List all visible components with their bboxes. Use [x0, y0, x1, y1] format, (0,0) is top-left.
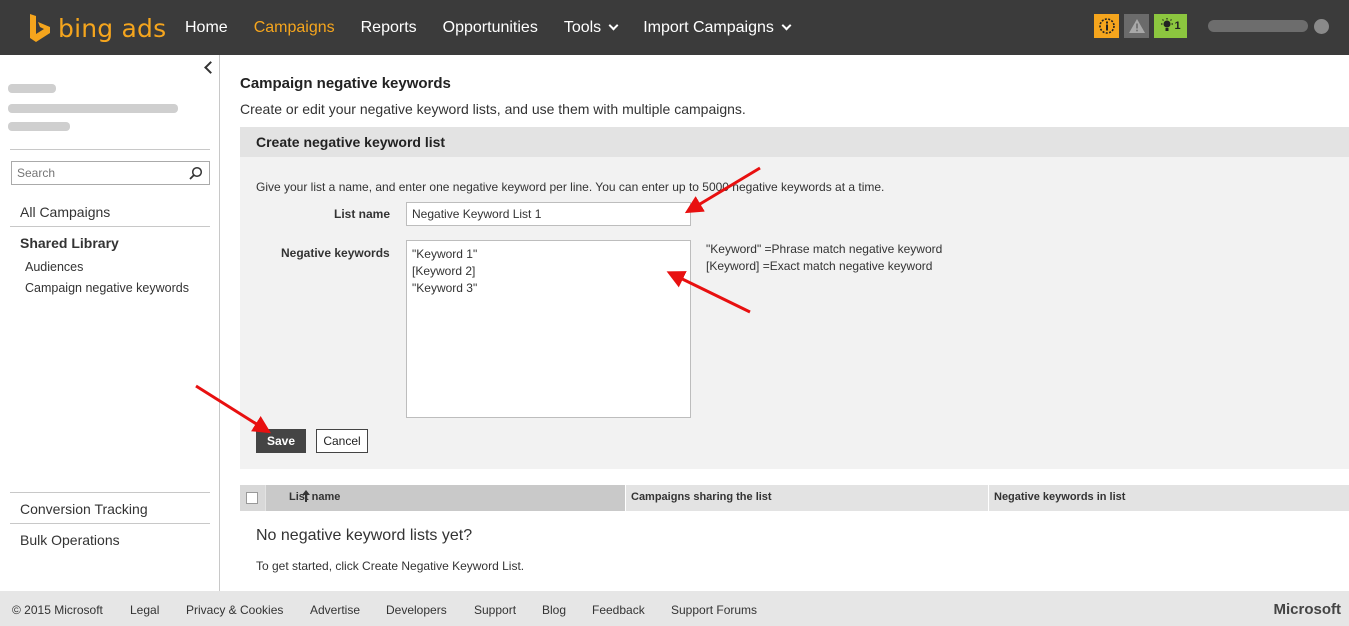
nav-tools-label: Tools: [563, 18, 602, 36]
bing-logo-icon: [30, 14, 50, 42]
column-divider: [625, 485, 626, 511]
search-icon[interactable]: [189, 166, 203, 180]
column-header-list-name: List name: [289, 491, 341, 503]
footer-link-support-forums[interactable]: Support Forums: [671, 603, 757, 617]
user-avatar[interactable]: [1314, 19, 1329, 34]
bing-ads-logo[interactable]: bing ads: [28, 12, 166, 44]
column-divider: [988, 485, 989, 511]
list-name-field[interactable]: [406, 202, 691, 226]
sidebar-item-conversion-tracking[interactable]: Conversion Tracking: [20, 501, 148, 517]
divider: [10, 226, 210, 227]
footer-copyright: © 2015 Microsoft: [12, 603, 103, 617]
footer-link-developers[interactable]: Developers: [386, 603, 447, 617]
create-list-panel: Create negative keyword list Give your l…: [240, 127, 1349, 469]
sidebar: All Campaigns Shared Library Audiences C…: [0, 55, 220, 591]
main-nav: Home Campaigns Reports Opportunities Too…: [185, 0, 816, 55]
table-header: List name Campaigns sharing the list Neg…: [240, 485, 1349, 511]
tip-count: 1: [1174, 20, 1181, 32]
phrase-match-hint: "Keyword" =Phrase match negative keyword: [706, 242, 943, 256]
sidebar-item-bulk-operations[interactable]: Bulk Operations: [20, 532, 120, 548]
panel-instructions: Give your list a name, and enter one neg…: [256, 180, 885, 194]
divider: [10, 149, 210, 150]
select-all-cell: [240, 485, 265, 511]
footer-link-advertise[interactable]: Advertise: [310, 603, 360, 617]
nav-home[interactable]: Home: [185, 19, 228, 37]
collapse-sidebar-icon[interactable]: [202, 61, 214, 73]
warning-icon[interactable]: [1124, 14, 1149, 38]
keyword-line: [Keyword 2]: [412, 264, 476, 278]
keyword-line: "Keyword 1": [412, 247, 478, 261]
footer-link-blog[interactable]: Blog: [542, 603, 566, 617]
column-header-keywords-in-list[interactable]: Negative keywords in list: [994, 491, 1125, 503]
select-all-checkbox[interactable]: [246, 492, 258, 504]
sidebar-item-shared-library[interactable]: Shared Library: [20, 235, 119, 251]
footer: © 2015 Microsoft Legal Privacy & Cookies…: [0, 591, 1349, 626]
search-input[interactable]: [12, 162, 177, 184]
account-name-redacted: [8, 104, 178, 113]
user-email-redacted[interactable]: [1208, 20, 1308, 32]
save-button[interactable]: Save: [256, 429, 306, 453]
nav-opportunities[interactable]: Opportunities: [443, 19, 538, 37]
page-description: Create or edit your negative keyword lis…: [240, 101, 746, 117]
chevron-down-icon: [608, 20, 619, 30]
notification-icons: 1: [1094, 14, 1192, 38]
nav-import-label: Import Campaigns: [643, 18, 774, 36]
footer-link-feedback[interactable]: Feedback: [592, 603, 645, 617]
sidebar-item-all-campaigns[interactable]: All Campaigns: [20, 204, 110, 220]
footer-link-legal[interactable]: Legal: [130, 603, 159, 617]
column-header-campaigns-sharing[interactable]: Campaigns sharing the list: [631, 491, 772, 503]
cancel-button[interactable]: Cancel: [316, 429, 368, 453]
footer-link-privacy[interactable]: Privacy & Cookies: [186, 603, 283, 617]
empty-state-description: To get started, click Create Negative Ke…: [256, 559, 525, 573]
nav-campaigns[interactable]: Campaigns: [254, 19, 335, 37]
page-title: Campaign negative keywords: [240, 75, 451, 92]
divider: [10, 523, 210, 524]
account-id-redacted: [8, 122, 70, 131]
microsoft-logo-text: Microsoft: [1273, 601, 1342, 618]
logo-text: bing ads: [58, 13, 167, 43]
panel-header: Create negative keyword list: [240, 127, 1349, 157]
list-name-label: List name: [334, 207, 391, 221]
footer-link-support[interactable]: Support: [474, 603, 516, 617]
nav-reports[interactable]: Reports: [361, 19, 417, 37]
panel-heading: Create negative keyword list: [256, 134, 446, 150]
account-label-redacted: [8, 84, 56, 93]
empty-state-title: No negative keyword lists yet?: [256, 527, 473, 544]
sidebar-search: [11, 161, 210, 185]
sidebar-item-audiences[interactable]: Audiences: [25, 260, 83, 274]
info-alert-icon[interactable]: [1094, 14, 1119, 38]
keyword-line: "Keyword 3": [412, 281, 478, 295]
chevron-down-icon: [781, 20, 792, 30]
negative-keywords-label: Negative keywords: [281, 246, 390, 260]
exact-match-hint: [Keyword] =Exact match negative keyword: [706, 259, 933, 273]
lightbulb-icon: [1161, 18, 1174, 31]
opportunity-tip-icon[interactable]: 1: [1154, 14, 1187, 38]
negative-keywords-textarea[interactable]: "Keyword 1" [Keyword 2] "Keyword 3": [406, 240, 691, 418]
nav-import-campaigns[interactable]: Import Campaigns: [643, 18, 792, 37]
sidebar-item-campaign-negative-keywords[interactable]: Campaign negative keywords: [25, 281, 189, 295]
top-nav-bar: bing ads Home Campaigns Reports Opportun…: [0, 0, 1349, 55]
divider: [10, 492, 210, 493]
nav-tools[interactable]: Tools: [563, 18, 619, 37]
